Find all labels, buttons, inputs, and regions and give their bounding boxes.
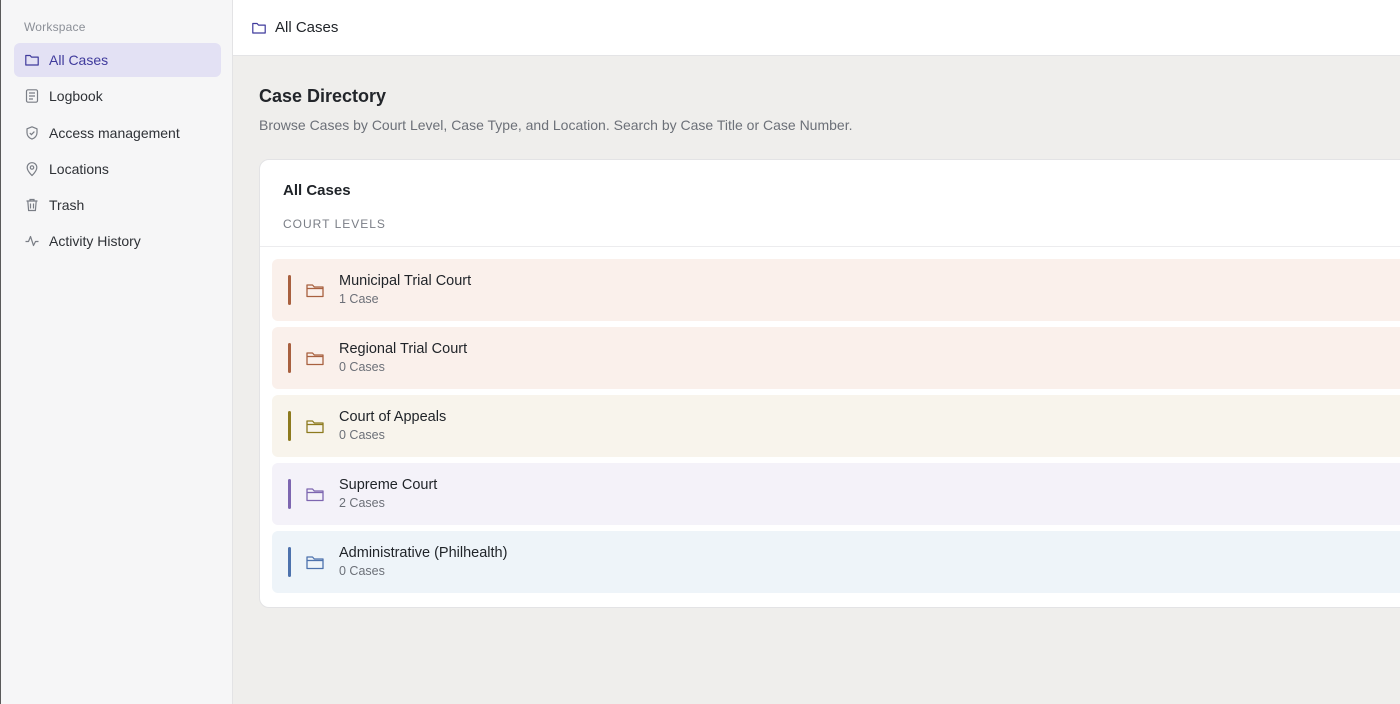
page-subtitle: Browse Cases by Court Level, Case Type, … xyxy=(259,117,853,133)
breadcrumb-title: All Cases xyxy=(275,19,339,36)
court-name: Court of Appeals xyxy=(339,409,447,425)
accent-bar xyxy=(288,411,291,441)
accent-bar xyxy=(288,479,291,509)
logbook-icon xyxy=(24,88,40,104)
court-case-count: 1 Case xyxy=(339,292,379,306)
court-item-regional-trial-court[interactable]: Regional Trial Court 0 Cases xyxy=(272,327,1400,389)
card-title: All Cases xyxy=(283,182,351,199)
folder-icon xyxy=(305,348,325,368)
folder-icon xyxy=(305,552,325,572)
court-name: Supreme Court xyxy=(339,477,438,493)
sidebar-item-all-cases[interactable]: All Cases xyxy=(14,43,221,77)
court-name: Administrative (Philhealth) xyxy=(339,545,508,561)
court-case-count: 0 Cases xyxy=(339,564,385,578)
sidebar-nav: All Cases Logbook Access management Loca… xyxy=(14,43,221,261)
activity-icon xyxy=(24,233,40,249)
workspace-label: Workspace xyxy=(24,20,86,34)
sidebar-item-label: All Cases xyxy=(49,52,109,68)
accent-bar xyxy=(288,275,291,305)
accent-bar xyxy=(288,547,291,577)
card-header: All Cases COURT LEVELS xyxy=(260,160,1400,247)
sidebar-item-trash[interactable]: Trash xyxy=(14,188,221,222)
trash-icon xyxy=(24,197,40,213)
sidebar-item-label: Access management xyxy=(49,124,180,141)
map-pin-icon xyxy=(24,161,40,177)
sidebar-item-locations[interactable]: Locations xyxy=(14,152,221,186)
sidebar-item-activity-history[interactable]: Activity History xyxy=(14,224,221,258)
court-item-administrative-philhealth[interactable]: Administrative (Philhealth) 0 Cases xyxy=(272,531,1400,593)
top-bar: All Cases xyxy=(233,0,1400,56)
sidebar-item-label: Logbook xyxy=(49,88,103,105)
court-item-court-of-appeals[interactable]: Court of Appeals 0 Cases xyxy=(272,395,1400,457)
court-name: Regional Trial Court xyxy=(339,341,468,357)
page-title: Case Directory xyxy=(259,86,387,106)
court-list: Municipal Trial Court 1 Case Regional Tr… xyxy=(272,259,1400,599)
court-name: Municipal Trial Court xyxy=(339,273,472,289)
folder-icon xyxy=(305,280,325,300)
sidebar-item-logbook[interactable]: Logbook xyxy=(14,79,221,113)
folder-icon xyxy=(24,52,40,68)
section-label: COURT LEVELS xyxy=(283,217,386,231)
court-case-count: 2 Cases xyxy=(339,496,385,510)
court-case-count: 0 Cases xyxy=(339,360,385,374)
sidebar-item-label: Locations xyxy=(49,160,109,177)
sidebar: Workspace All Cases Logbook Access manag… xyxy=(0,0,233,704)
court-case-count: 0 Cases xyxy=(339,428,385,442)
sidebar-item-access-management[interactable]: Access management xyxy=(14,116,221,150)
sidebar-item-label: Activity History xyxy=(49,233,141,250)
court-levels-card: All Cases COURT LEVELS Municipal Trial C… xyxy=(259,159,1400,608)
folder-icon xyxy=(251,20,267,36)
court-item-supreme-court[interactable]: Supreme Court 2 Cases xyxy=(272,463,1400,525)
court-item-municipal-trial-court[interactable]: Municipal Trial Court 1 Case xyxy=(272,259,1400,321)
accent-bar xyxy=(288,343,291,373)
sidebar-item-label: Trash xyxy=(49,197,85,214)
folder-icon xyxy=(305,484,325,504)
folder-icon xyxy=(305,416,325,436)
shield-icon xyxy=(24,125,40,141)
